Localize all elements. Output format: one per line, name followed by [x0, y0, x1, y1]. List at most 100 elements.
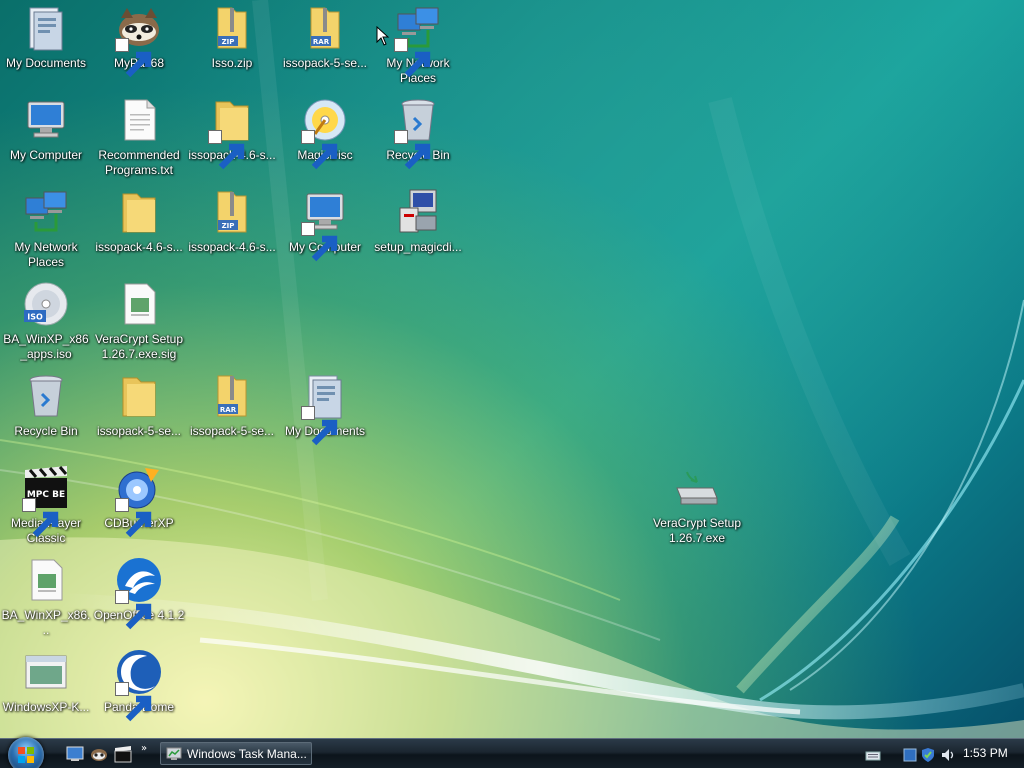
icon-label: My Computer [9, 148, 83, 162]
icon-label: setup_magicdi... [374, 240, 462, 254]
shortcut-arrow-icon [301, 130, 338, 170]
desktop[interactable]: My Documents My Computer My Network Plac… [0, 0, 1024, 738]
zip-folder-icon: ZIP [208, 4, 256, 52]
desktop-icon-panda-dome[interactable]: Panda Dome [93, 648, 185, 738]
shortcut-arrow-icon [115, 498, 152, 538]
raccoon-browser-icon [91, 749, 107, 761]
cdburnerxp-icon [115, 464, 163, 538]
desktop-icon-isso-zip[interactable]: ZIP Isso.zip [186, 4, 278, 94]
tray-security[interactable] [920, 747, 936, 763]
shortcut-arrow-icon [394, 38, 431, 78]
iso-badge: ISO [27, 313, 43, 322]
shortcut-arrow-icon [115, 38, 152, 78]
desktop-icon-issopack-5-se-rar-b[interactable]: RAR issopack-5-se... [186, 372, 278, 462]
folder-icon [115, 372, 163, 420]
folder-icon [208, 96, 256, 170]
quick-launch-browser[interactable] [90, 745, 108, 763]
magicdisc-icon [301, 96, 349, 170]
window-file-icon [22, 648, 70, 696]
desktop-icon-issopack-5-se-rar-a[interactable]: RAR issopack-5-se... [279, 4, 371, 94]
desktop-icon-cdburnerxp[interactable]: CDBurnerXP [93, 464, 185, 554]
icon-label: Recycle Bin [14, 424, 78, 438]
zip-badge: ZIP [222, 222, 235, 230]
tray-app[interactable] [902, 747, 918, 763]
desktop-icon-my-network-places[interactable]: My Network Places [372, 4, 464, 94]
start-button[interactable] [8, 737, 44, 768]
tray-volume[interactable] [940, 747, 956, 763]
iso-disc-icon: ISO [22, 280, 70, 328]
rar-folder-icon: RAR [208, 372, 256, 420]
zip-folder-icon: ZIP [208, 188, 256, 236]
desktop-icon-issopack-4-6-a[interactable]: issopack-4.6-s... [93, 188, 185, 278]
desktop-icon-setup-magicdisc[interactable]: setup_magicdi... [372, 188, 464, 278]
quick-launch-show-desktop[interactable] [66, 745, 84, 763]
desktop-icon-my-documents-2[interactable]: My Documents [279, 372, 371, 462]
desktop-icon-media-player-classic[interactable]: MPC BE Media Player Classic [0, 464, 92, 554]
quick-launch-more-button[interactable]: » [141, 743, 147, 754]
desktop-icon-issopack-4-6-b[interactable]: issopack-4.6-s... [186, 96, 278, 186]
desktop-icon-issopack-4-6-zip[interactable]: ZIP issopack-4.6-s... [186, 188, 278, 278]
show-desktop-icon [66, 746, 84, 761]
icon-label: Recommended Programs.txt [98, 148, 180, 177]
shortcut-arrow-icon [115, 682, 152, 722]
rar-folder-icon: RAR [301, 4, 349, 52]
folder-icon [115, 188, 163, 236]
desktop-icon-openoffice[interactable]: OpenOffice 4.1.2 [93, 556, 185, 646]
desktop-icon-ba-winxp-doc[interactable]: BA_WinXP_x86... [0, 556, 92, 646]
taskbar: » Windows Task Mana... 1:53 PM [0, 737, 1024, 768]
rar-badge: RAR [313, 38, 330, 46]
desktop-icon-my-network-places-2[interactable]: My Network Places [0, 188, 92, 278]
mouse-cursor-icon [376, 26, 390, 46]
desktop-icon-issopack-5-se-folder[interactable]: issopack-5-se... [93, 372, 185, 462]
desktop-icon-recommended-programs[interactable]: Recommended Programs.txt [93, 96, 185, 186]
icon-label: VeraCrypt Setup 1.26.7.exe.sig [94, 332, 184, 361]
icon-label: WindowsXP-K... [2, 700, 90, 714]
desktop-icon-ba-winxp-apps-iso[interactable]: ISO BA_WinXP_x86_apps.iso [0, 280, 92, 370]
desktop-icon-mypal-68[interactable]: MyPal 68 [93, 4, 185, 94]
recycle-bin-icon [394, 96, 442, 170]
desktop-icon-recycle-bin-2[interactable]: Recycle Bin [0, 372, 92, 462]
desktop-icon-my-documents[interactable]: My Documents [0, 4, 92, 94]
shortcut-arrow-icon [22, 498, 59, 538]
taskbar-clock[interactable]: 1:53 PM [963, 746, 1008, 760]
icon-label: BA_WinXP_x86_apps.iso [3, 332, 89, 361]
desktop-icon-magicdisc[interactable]: MagicDisc [279, 96, 371, 186]
mpc-be-clapper-icon: MPC BE [22, 464, 70, 538]
shield-check-icon [922, 748, 934, 762]
desktop-icon-veracrypt-sig[interactable]: VeraCrypt Setup 1.26.7.exe.sig [93, 280, 185, 370]
zip-badge: ZIP [222, 38, 235, 46]
desktop-icon-windowsxp-k[interactable]: WindowsXP-K... [0, 648, 92, 738]
shortcut-arrow-icon [208, 130, 245, 170]
veracrypt-drive-icon [673, 464, 721, 512]
desktop-icon-veracrypt-setup-exe[interactable]: VeraCrypt Setup 1.26.7.exe [651, 464, 743, 554]
shortcut-arrow-icon [301, 406, 338, 446]
icon-label: issopack-4.6-s... [95, 240, 183, 254]
desktop-icon-my-computer[interactable]: My Computer [0, 96, 92, 186]
my-documents-icon [301, 372, 349, 446]
document-file-icon [115, 280, 163, 328]
keyboard-icon [865, 751, 881, 761]
icon-label: issopack-5-se... [189, 424, 275, 438]
desktop-icon-my-computer-2[interactable]: My Computer [279, 188, 371, 278]
shortcut-arrow-icon [394, 130, 431, 170]
icon-label: issopack-5-se... [282, 56, 368, 70]
shortcut-arrow-icon [301, 222, 338, 262]
shortcut-arrow-icon [115, 590, 152, 630]
mypal-raccoon-icon [115, 4, 163, 78]
icon-label: My Network Places [14, 240, 78, 269]
panda-dome-icon [115, 648, 163, 722]
desktop-icon-recycle-bin[interactable]: Recycle Bin [372, 96, 464, 186]
task-manager-icon [166, 747, 182, 760]
text-file-icon [115, 96, 163, 144]
rar-badge: RAR [220, 406, 237, 414]
taskbar-button-task-manager[interactable]: Windows Task Mana... [160, 742, 312, 765]
icon-label: issopack-5-se... [96, 424, 182, 438]
icon-label: Isso.zip [211, 56, 253, 70]
blue-square-icon [903, 748, 917, 762]
quick-launch-media-player[interactable] [114, 745, 132, 763]
icon-label: issopack-4.6-s... [188, 240, 276, 254]
mpc-clapper-icon [114, 746, 132, 763]
network-places-icon [394, 4, 442, 78]
tray-keyboard[interactable] [865, 747, 881, 763]
taskbar-button-label: Windows Task Mana... [187, 747, 307, 761]
